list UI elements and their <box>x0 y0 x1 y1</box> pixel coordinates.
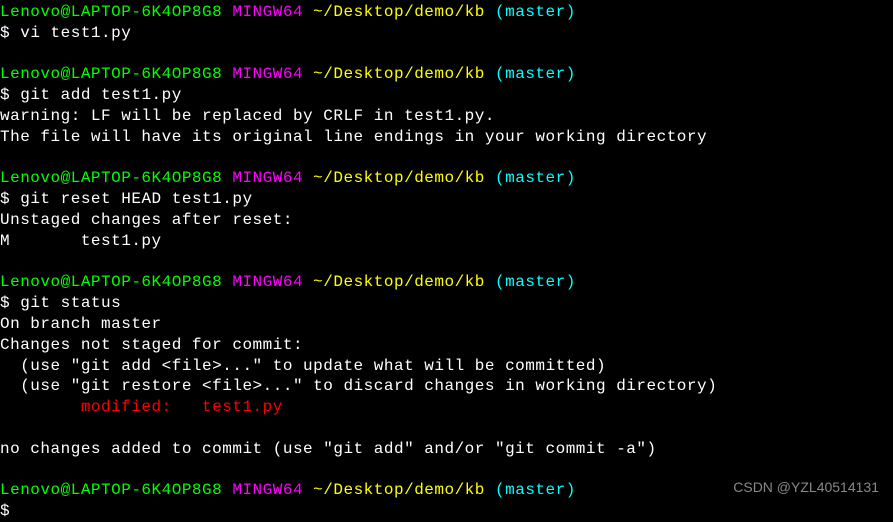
output-line: (use "git restore <file>..." to discard … <box>0 376 893 397</box>
output-line: warning: LF will be replaced by CRLF in … <box>0 106 893 127</box>
blank-line <box>0 252 893 273</box>
watermark: CSDN @YZL40514131 <box>733 478 879 496</box>
blank-line <box>0 418 893 439</box>
command-line: $ git status <box>0 293 893 314</box>
command-line: $ git add test1.py <box>0 85 893 106</box>
prompt-line: Lenovo@LAPTOP-6K4OP8G8 MINGW64 ~/Desktop… <box>0 272 893 293</box>
output-line: M test1.py <box>0 231 893 252</box>
prompt-line: Lenovo@LAPTOP-6K4OP8G8 MINGW64 ~/Desktop… <box>0 2 893 23</box>
prompt-line: Lenovo@LAPTOP-6K4OP8G8 MINGW64 ~/Desktop… <box>0 168 893 189</box>
command-line: $ vi test1.py <box>0 23 893 44</box>
output-line: On branch master <box>0 314 893 335</box>
command-line[interactable]: $ <box>0 501 893 522</box>
terminal-output[interactable]: Lenovo@LAPTOP-6K4OP8G8 MINGW64 ~/Desktop… <box>0 2 893 522</box>
output-line: Changes not staged for commit: <box>0 335 893 356</box>
output-line: The file will have its original line end… <box>0 127 893 148</box>
prompt-line: Lenovo@LAPTOP-6K4OP8G8 MINGW64 ~/Desktop… <box>0 64 893 85</box>
output-line: (use "git add <file>..." to update what … <box>0 356 893 377</box>
output-line: no changes added to commit (use "git add… <box>0 439 893 460</box>
modified-file-line: modified: test1.py <box>0 397 893 418</box>
blank-line <box>0 148 893 169</box>
output-line: Unstaged changes after reset: <box>0 210 893 231</box>
command-line: $ git reset HEAD test1.py <box>0 189 893 210</box>
blank-line <box>0 44 893 65</box>
